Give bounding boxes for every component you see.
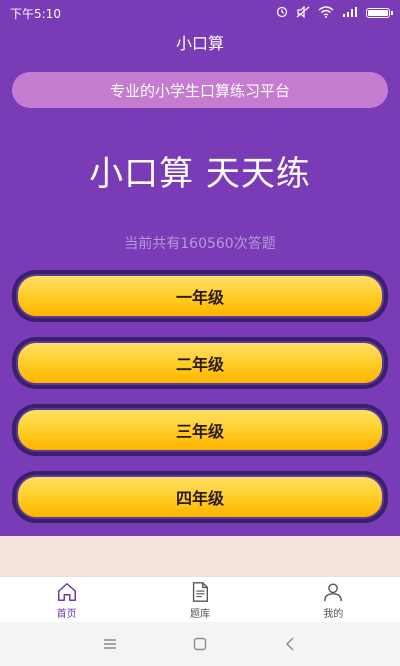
grade-2-button[interactable]: 二年级 (12, 337, 388, 389)
signal-icon (342, 6, 358, 21)
system-navigation-bar (0, 622, 400, 666)
alarm-icon (276, 6, 288, 21)
app-title: 小口算 (175, 34, 224, 53)
mute-icon (296, 5, 310, 21)
answer-counter: 当前共有160560次答题 (124, 236, 276, 252)
battery-icon (366, 8, 393, 18)
grade-3-button[interactable]: 三年级 (12, 404, 388, 456)
home-icon (57, 582, 76, 601)
document-icon (192, 581, 209, 602)
grade-4-label: 四年级 (16, 475, 384, 519)
wifi-icon (318, 5, 334, 21)
subtitle-banner: 专业的小学生口算练习平台 (12, 72, 388, 108)
tab-question-bank-label: 题库 (189, 608, 210, 620)
status-icons (276, 5, 393, 21)
tab-home-label: 首页 (56, 608, 77, 620)
hero-title: 小口算 天天练 (89, 154, 311, 194)
tab-home[interactable]: 首页 (0, 577, 133, 623)
grade-1-button[interactable]: 一年级 (12, 270, 388, 322)
tab-question-bank[interactable]: 题库 (133, 577, 266, 623)
tab-profile-label: 我的 (323, 608, 344, 620)
tab-profile[interactable]: 我的 (267, 577, 400, 623)
menu-icon[interactable] (100, 634, 120, 654)
grade-3-label: 三年级 (16, 408, 384, 452)
bottom-tab-bar: 首页 题库 我的 (0, 576, 400, 623)
grade-4-button[interactable]: 四年级 (12, 471, 388, 523)
grade-2-label: 二年级 (16, 341, 384, 385)
back-icon[interactable] (280, 634, 300, 654)
status-time: 下午5:10 (10, 6, 61, 21)
status-bar: 下午5:10 (0, 0, 400, 26)
home-square-icon[interactable] (190, 634, 210, 654)
grade-1-label: 一年级 (16, 274, 384, 318)
user-icon (324, 583, 343, 601)
content-bottom-band (0, 536, 400, 576)
